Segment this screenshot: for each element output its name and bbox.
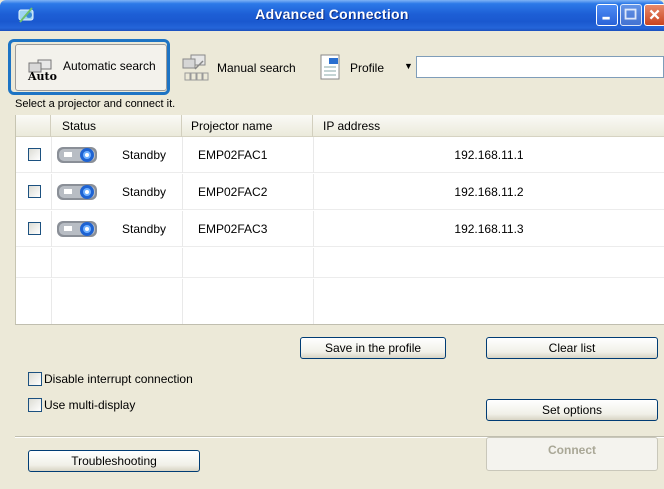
troubleshooting-button[interactable]: Troubleshooting [28, 450, 200, 472]
title-bar[interactable]: Advanced Connection [0, 0, 664, 31]
use-multi-display-checkbox[interactable] [28, 398, 42, 412]
row-status: Standby [122, 185, 167, 199]
disable-interrupt-checkbox[interactable] [28, 372, 42, 386]
row-checkbox[interactable] [28, 185, 41, 198]
toolbar: Auto Automatic search Manual search Prof… [0, 31, 664, 95]
maximize-button[interactable] [620, 4, 642, 26]
maximize-icon [624, 8, 637, 20]
profile-path-field[interactable] [416, 56, 664, 78]
row-ip-address: 192.168.11.1 [454, 148, 524, 162]
row-projector-name: EMP02FAC2 [198, 185, 268, 199]
header-checkbox-column[interactable] [16, 115, 51, 137]
selection-highlight [8, 39, 170, 95]
clear-list-button[interactable]: Clear list [486, 337, 658, 359]
instruction-text: Select a projector and connect it. [15, 98, 176, 110]
close-icon [649, 9, 660, 20]
empty-row [16, 248, 664, 278]
use-multi-display-label: Use multi-display [44, 398, 136, 412]
row-ip-address: 192.168.11.2 [454, 185, 524, 199]
projector-list[interactable]: Status Projector name IP address Standby… [15, 115, 664, 325]
projector-icon [57, 184, 97, 200]
connect-button[interactable]: Connect [486, 437, 658, 471]
projector-icon [57, 221, 97, 237]
profile-icon[interactable] [319, 53, 343, 83]
empty-row [16, 279, 664, 325]
set-options-button[interactable]: Set options [486, 399, 658, 421]
manual-search-button[interactable]: Manual search [217, 61, 296, 75]
profile-button[interactable]: Profile [350, 61, 384, 75]
table-row[interactable]: Standby EMP02FAC3 192.168.11.3 [16, 211, 664, 247]
minimize-icon [602, 16, 610, 20]
minimize-button[interactable] [596, 4, 618, 26]
save-in-profile-button[interactable]: Save in the profile [300, 337, 446, 359]
manual-search-icon[interactable] [181, 53, 215, 83]
row-projector-name: EMP02FAC3 [198, 222, 268, 236]
column-header-status[interactable]: Status [51, 115, 182, 137]
column-header-ip-address[interactable]: IP address [313, 115, 664, 137]
column-header-projector-name[interactable]: Projector name [182, 115, 313, 137]
dropdown-arrow-icon[interactable]: ▼ [404, 61, 413, 71]
row-checkbox[interactable] [28, 148, 41, 161]
row-projector-name: EMP02FAC1 [198, 148, 268, 162]
table-row[interactable]: Standby EMP02FAC2 192.168.11.2 [16, 174, 664, 210]
row-ip-address: 192.168.11.3 [454, 222, 524, 236]
window-title: Advanced Connection [255, 6, 409, 22]
close-button[interactable] [644, 4, 664, 26]
projector-icon [57, 147, 97, 163]
table-row[interactable]: Standby EMP02FAC1 192.168.11.1 [16, 137, 664, 173]
disable-interrupt-label: Disable interrupt connection [44, 372, 193, 386]
list-divider [15, 324, 664, 325]
row-checkbox[interactable] [28, 222, 41, 235]
row-status: Standby [122, 222, 167, 236]
row-status: Standby [122, 148, 167, 162]
advanced-connection-window: Advanced Connection Auto Automatic searc… [0, 0, 664, 489]
list-header: Status Projector name IP address [16, 115, 664, 137]
